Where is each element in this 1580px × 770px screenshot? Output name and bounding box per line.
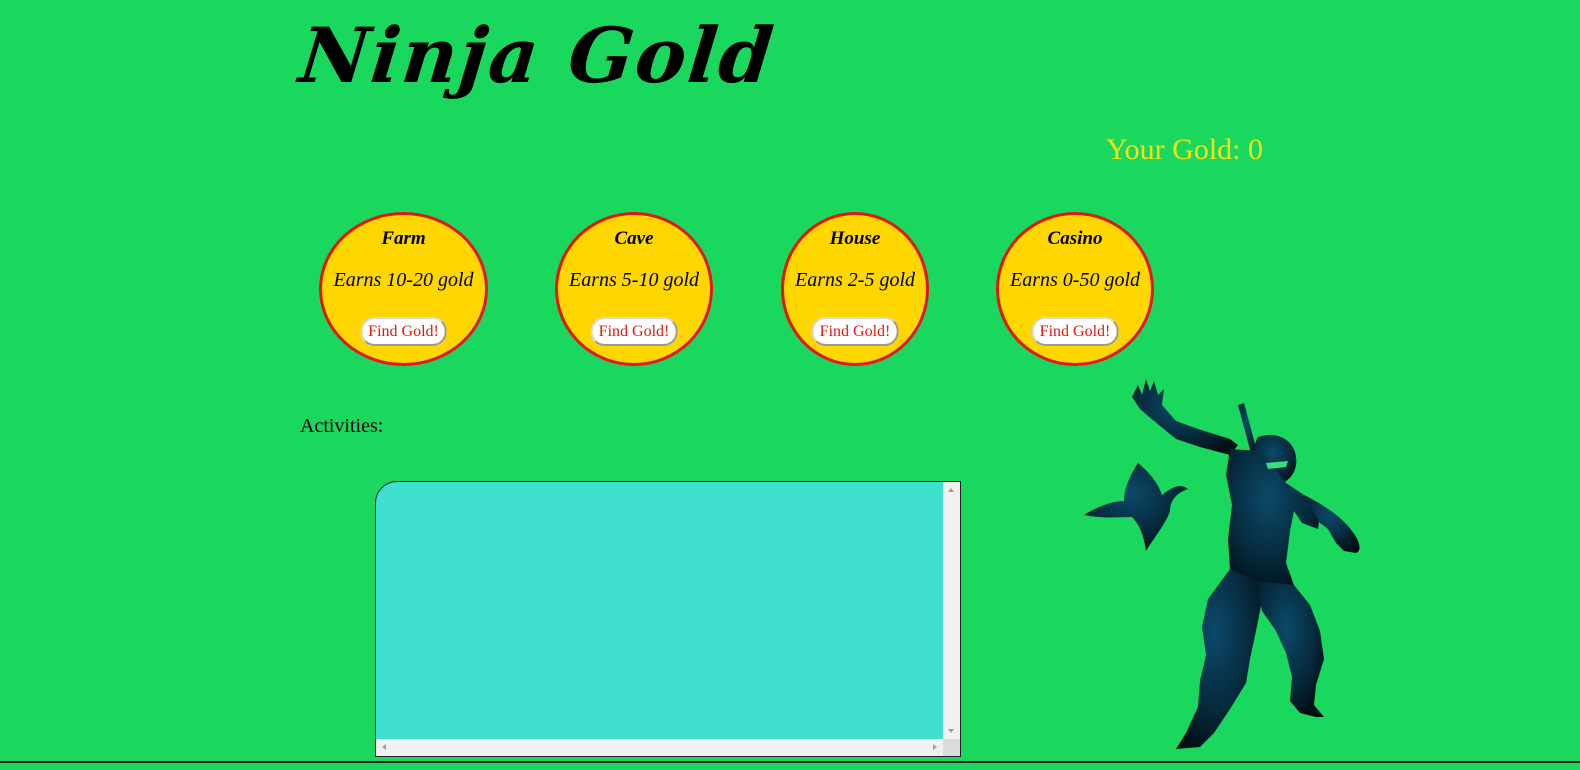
location-earnings: Earns 10-20 gold bbox=[333, 269, 474, 291]
location-house: House Earns 2-5 gold Find Gold! bbox=[781, 212, 929, 366]
scroll-up-arrow-icon[interactable] bbox=[948, 488, 954, 492]
scroll-right-arrow-icon[interactable] bbox=[933, 744, 937, 750]
scroll-down-arrow-icon[interactable] bbox=[948, 729, 954, 733]
find-gold-farm-button[interactable]: Find Gold! bbox=[360, 317, 447, 346]
find-gold-house-button[interactable]: Find Gold! bbox=[811, 317, 899, 346]
gold-counter: Your Gold: 0 bbox=[1106, 133, 1263, 166]
location-casino: Casino Earns 0-50 gold Find Gold! bbox=[996, 212, 1154, 366]
page-title: Ninja Gold bbox=[295, 11, 780, 100]
location-earnings: Earns 2-5 gold bbox=[795, 269, 915, 291]
activities-label: Activities: bbox=[300, 415, 384, 437]
scrollbar-corner bbox=[943, 739, 960, 756]
activity-log[interactable] bbox=[375, 481, 961, 757]
scroll-left-arrow-icon[interactable] bbox=[382, 744, 386, 750]
location-earnings: Earns 0-50 gold bbox=[1010, 269, 1140, 291]
ninja-with-shuriken-icon bbox=[1084, 379, 1360, 749]
page-bottom-border bbox=[0, 761, 1580, 763]
location-name: House bbox=[829, 228, 881, 249]
location-name: Casino bbox=[1047, 228, 1103, 249]
activity-log-content bbox=[376, 482, 943, 739]
location-cave: Cave Earns 5-10 gold Find Gold! bbox=[555, 212, 713, 366]
location-name: Cave bbox=[614, 228, 654, 249]
location-name: Farm bbox=[381, 228, 426, 249]
location-earnings: Earns 5-10 gold bbox=[569, 269, 699, 291]
horizontal-scrollbar[interactable] bbox=[376, 739, 943, 756]
find-gold-casino-button[interactable]: Find Gold! bbox=[1031, 317, 1119, 346]
vertical-scrollbar[interactable] bbox=[943, 482, 960, 739]
find-gold-cave-button[interactable]: Find Gold! bbox=[590, 317, 678, 346]
location-farm: Farm Earns 10-20 gold Find Gold! bbox=[319, 212, 488, 366]
